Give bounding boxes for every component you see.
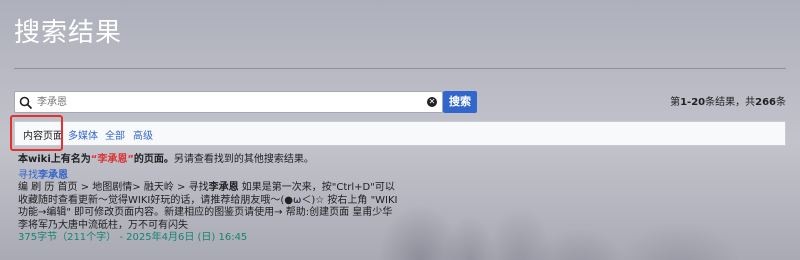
- active-tab-highlight: [10, 115, 63, 151]
- search-box[interactable]: ✕: [14, 91, 443, 113]
- title-divider: [14, 68, 786, 69]
- filter-bar: 内容页面 多媒体 全部 高级: [14, 121, 786, 146]
- search-button[interactable]: 搜索: [443, 91, 477, 113]
- tab-advanced[interactable]: 高级: [133, 127, 153, 142]
- results-content: 本wiki上有名为“李承恩”的页面。另请查看找到的其他搜索结果。 寻找李承恩 编…: [18, 154, 398, 245]
- clear-icon[interactable]: ✕: [427, 97, 437, 107]
- page-title: 搜索结果: [14, 18, 123, 48]
- result-count: 第1-20条结果，共266条: [670, 97, 786, 108]
- tab-multimedia[interactable]: 多媒体: [68, 127, 98, 142]
- exact-match-link[interactable]: “李承恩”: [91, 154, 134, 165]
- exact-match-notice: 本wiki上有名为“李承恩”的页面。另请查看找到的其他搜索结果。: [18, 154, 314, 165]
- tab-all[interactable]: 全部: [105, 127, 125, 142]
- result-snippet: 编 刷 历 首页 > 地图剧情> 融天岭 > 寻找李承恩 如果是第一次来，按"C…: [18, 182, 398, 231]
- search-input[interactable]: [37, 94, 417, 110]
- result-meta: 375字节（211个字） - 2025年4月6日 (日) 16:45: [18, 232, 248, 243]
- result-title-link[interactable]: 寻找李承恩: [18, 170, 398, 183]
- search-icon: [19, 95, 33, 110]
